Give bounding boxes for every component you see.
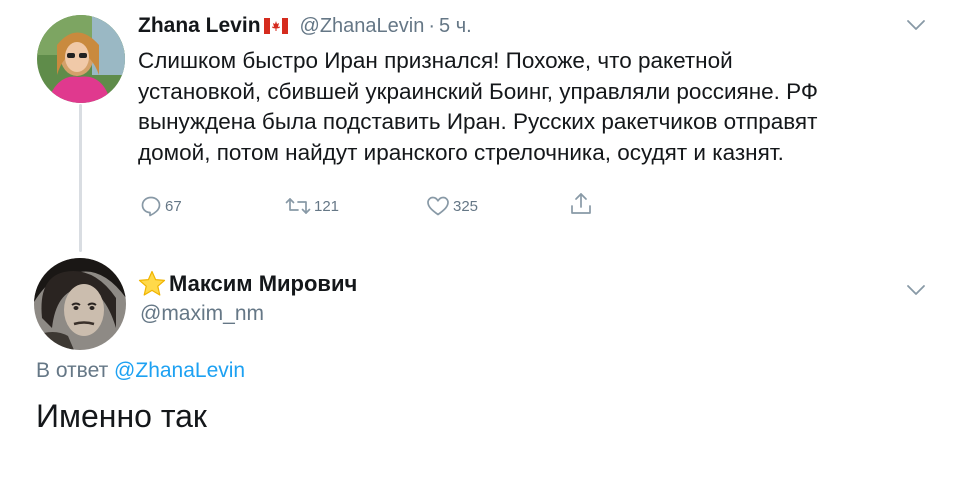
author-name[interactable]: Максим Мирович (169, 271, 357, 297)
retweet-button[interactable]: 121 (285, 194, 339, 218)
reply-handle-link[interactable]: @ZhanaLevin (114, 359, 245, 382)
tweet-header: Zhana Levin @ZhanaLevin · 5 ч. (138, 12, 472, 40)
author-name[interactable]: Zhana Levin (138, 14, 261, 38)
tweet-text-line: Слишком быстро Иран признался! Похоже, ч… (138, 48, 733, 73)
like-count: 325 (453, 197, 479, 215)
avatar[interactable] (37, 15, 125, 103)
share-button[interactable] (569, 192, 593, 216)
reply-prefix: В ответ (36, 359, 109, 382)
chevron-down-icon[interactable] (906, 283, 926, 295)
retweet-count: 121 (314, 197, 340, 215)
like-button[interactable]: 325 (426, 194, 478, 218)
meta-separator: · (428, 14, 436, 37)
author-handle[interactable]: @maxim_nm (140, 302, 264, 326)
tweet-text: Слишком быстро Иран признался! Похоже, ч… (138, 46, 918, 168)
reply-count: 67 (165, 197, 182, 215)
canada-flag-icon (263, 18, 288, 34)
thread-line (79, 104, 82, 252)
avatar[interactable] (34, 258, 126, 350)
tweet-text-line: вынуждена была подставить Иран. Русских … (138, 109, 818, 134)
author-handle[interactable]: @ZhanaLevin (300, 15, 425, 38)
star-emoji-icon (138, 270, 166, 296)
reply-context: В ответ @ZhanaLevin (36, 359, 245, 383)
tweet-timestamp[interactable]: 5 ч. (439, 15, 472, 38)
chevron-down-icon[interactable] (906, 18, 926, 30)
share-icon (571, 193, 591, 214)
reply-button[interactable]: 67 (140, 194, 182, 218)
tweet-text-line: установкой, сбившей украинский Боинг, уп… (138, 78, 818, 104)
heart-icon (427, 196, 449, 216)
reply-icon (141, 196, 161, 217)
retweet-icon (285, 198, 311, 214)
tweet-text: Именно так (36, 398, 207, 434)
tweet-text-line: домой, потом найдут иранского стрелочник… (138, 139, 784, 165)
tweet-header: Максим Мирович (138, 270, 357, 297)
